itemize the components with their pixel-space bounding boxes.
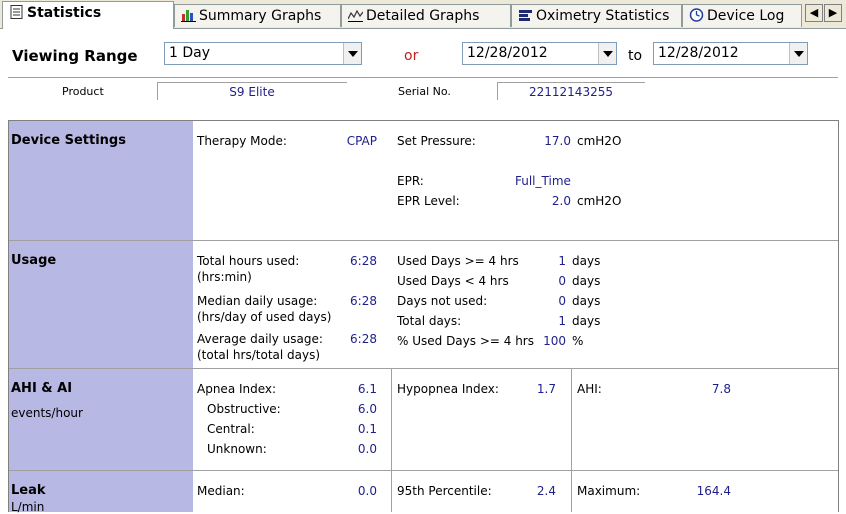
tab-scroll-right-button[interactable]: ▶ — [824, 4, 842, 22]
tab-oximetry-statistics[interactable]: Oximetry Statistics — [511, 4, 682, 27]
column-divider — [571, 471, 572, 512]
from-date-picker[interactable]: 12/28/2012 — [462, 42, 617, 65]
ahi-title: AHI & AI — [11, 381, 73, 396]
set-pressure-unit: cmH2O — [577, 134, 622, 148]
tab-scroll-left-button[interactable]: ◀ — [805, 4, 823, 22]
used-days-lt4-unit: days — [572, 274, 601, 288]
days-not-used-label: Days not used: — [397, 294, 488, 308]
central-label: Central: — [207, 422, 255, 436]
average-usage-value: 6:28 — [350, 332, 377, 346]
total-hours-value: 6:28 — [350, 254, 377, 268]
or-label: or — [404, 48, 419, 64]
therapy-mode-label: Therapy Mode: — [197, 134, 287, 148]
to-label: to — [628, 48, 643, 64]
usage-title: Usage — [11, 253, 57, 268]
tab-label: Oximetry Statistics — [536, 8, 670, 24]
column-divider — [391, 369, 392, 470]
set-pressure-value: 17.0 — [544, 134, 571, 148]
to-date-picker[interactable]: 12/28/2012 — [653, 42, 808, 65]
to-date-value: 12/28/2012 — [658, 45, 739, 61]
chevron-down-icon[interactable] — [343, 43, 361, 64]
tab-summary-graphs[interactable]: Summary Graphs — [174, 4, 341, 27]
average-usage-label: Average daily usage: — [197, 332, 323, 346]
unknown-value: 0.0 — [357, 442, 377, 456]
days-not-used-unit: days — [572, 294, 601, 308]
product-value: S9 Elite — [229, 85, 275, 99]
table-right-border — [838, 120, 839, 512]
epr-level-unit: cmH2O — [577, 194, 622, 208]
column-divider — [391, 471, 392, 512]
bar-graph-icon — [181, 7, 196, 22]
table-left-border — [8, 120, 9, 512]
epr-label: EPR: — [397, 174, 424, 188]
tab-device-log[interactable]: Device Log — [682, 4, 802, 27]
from-date-value: 12/28/2012 — [467, 45, 548, 61]
percent-used-days-unit: % — [572, 334, 584, 348]
ahi-label: AHI: — [577, 382, 602, 396]
leak-title: Leak — [11, 483, 46, 498]
tab-label: Detailed Graphs — [366, 8, 480, 24]
leak-median-value: 0.0 — [357, 484, 377, 498]
average-usage-sub-label: (total hrs/total days) — [197, 348, 321, 362]
median-usage-sub-label: (hrs/day of used days) — [197, 310, 332, 324]
total-days-label: Total days: — [397, 314, 462, 328]
divider — [8, 77, 838, 78]
column-divider — [571, 369, 572, 470]
chevron-down-icon[interactable] — [598, 43, 616, 64]
hypopnea-index-value: 1.7 — [536, 382, 556, 396]
total-hours-label: Total hours used: — [197, 254, 300, 268]
tab-label: Statistics — [27, 5, 102, 21]
epr-value: Full_Time — [515, 174, 571, 188]
tab-bar: Statistics Summary Graphs Detailed Graph… — [0, 0, 846, 29]
total-hours-sub-label: (hrs:min) — [197, 270, 252, 284]
obstructive-label: Obstructive: — [207, 402, 281, 416]
leak-median-label: Median: — [197, 484, 245, 498]
days-not-used-value: 0 — [558, 294, 566, 308]
range-dropdown[interactable]: 1 Day — [164, 42, 362, 65]
unknown-label: Unknown: — [207, 442, 267, 456]
percent-used-days-label: % Used Days >= 4 hrs — [397, 334, 534, 348]
median-usage-value: 6:28 — [350, 294, 377, 308]
used-days-lt4-label: Used Days < 4 hrs — [397, 274, 509, 288]
used-days-4plus-unit: days — [572, 254, 601, 268]
therapy-mode-value: CPAP — [346, 134, 377, 148]
total-days-value: 1 — [558, 314, 566, 328]
document-icon — [9, 4, 24, 19]
leak-maximum-value: 164.4 — [696, 484, 731, 498]
line-graph-icon — [347, 7, 364, 22]
hypopnea-index-label: Hypopnea Index: — [397, 382, 499, 396]
epr-level-value: 2.0 — [551, 194, 571, 208]
apnea-index-label: Apnea Index: — [197, 382, 277, 396]
serial-value: 22112143255 — [529, 85, 613, 99]
tab-label: Device Log — [707, 8, 785, 24]
set-pressure-label: Set Pressure: — [397, 134, 476, 148]
range-value: 1 Day — [169, 45, 211, 61]
obstructive-value: 6.0 — [357, 402, 377, 416]
leak-maximum-label: Maximum: — [577, 484, 641, 498]
apnea-index-value: 6.1 — [357, 382, 377, 396]
device-settings-title: Device Settings — [11, 133, 126, 148]
central-value: 0.1 — [357, 422, 377, 436]
tab-detailed-graphs[interactable]: Detailed Graphs — [341, 4, 511, 27]
leak-95th-label: 95th Percentile: — [397, 484, 492, 498]
used-days-4plus-value: 1 — [558, 254, 566, 268]
serial-label: Serial No. — [398, 85, 451, 98]
percent-used-days-value: 100 — [543, 334, 566, 348]
epr-level-label: EPR Level: — [397, 194, 460, 208]
chevron-down-icon[interactable] — [789, 43, 807, 64]
product-label: Product — [62, 85, 104, 98]
tab-label: Summary Graphs — [199, 8, 322, 24]
leak-95th-value: 2.4 — [536, 484, 556, 498]
used-days-lt4-value: 0 — [558, 274, 566, 288]
ahi-subtitle: events/hour — [11, 406, 83, 420]
device-log-icon — [689, 7, 704, 22]
viewing-range-label: Viewing Range — [12, 47, 138, 65]
ahi-value: 7.8 — [711, 382, 731, 396]
median-usage-label: Median daily usage: — [197, 294, 318, 308]
tab-statistics[interactable]: Statistics — [2, 1, 174, 29]
oximetry-icon — [518, 7, 533, 21]
used-days-4plus-label: Used Days >= 4 hrs — [397, 254, 519, 268]
total-days-unit: days — [572, 314, 601, 328]
